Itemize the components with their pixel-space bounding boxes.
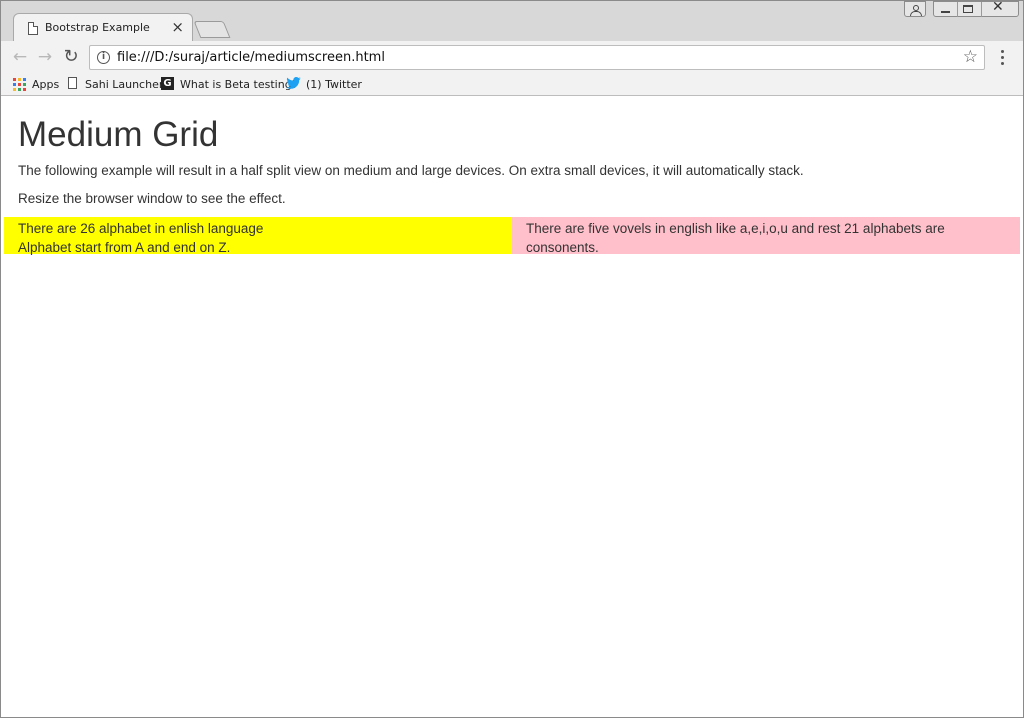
browser-window: Bootstrap Example × ✕ ← → ↻ i file:///D:… — [0, 0, 1024, 718]
minimize-icon[interactable] — [941, 11, 950, 13]
reload-icon[interactable]: ↻ — [61, 47, 81, 67]
twitter-bird-icon — [286, 77, 301, 89]
column-text-line: There are five vovels in english like a,… — [526, 221, 945, 236]
page-title: Medium Grid — [18, 115, 219, 154]
tab-title: Bootstrap Example — [45, 21, 150, 34]
page-icon — [28, 22, 38, 35]
resize-paragraph: Resize the browser window to see the eff… — [18, 191, 286, 206]
maximize-icon[interactable] — [963, 5, 973, 13]
divider — [957, 2, 958, 17]
bookmark-label: Sahi Launcher — [85, 78, 164, 91]
tab-close-icon[interactable]: × — [171, 18, 184, 36]
bookmark-star-icon[interactable]: ☆ — [963, 47, 978, 67]
menu-kebab-icon[interactable] — [996, 46, 1010, 68]
page-icon — [68, 77, 77, 89]
bookmarks-bar: Apps Sahi Launcher G What is Beta testin… — [1, 73, 1023, 96]
bookmark-twitter[interactable]: (1) Twitter — [286, 76, 362, 93]
forward-arrow-icon[interactable]: → — [35, 47, 55, 67]
user-icon-body — [910, 11, 922, 16]
column-text-line: There are 26 alphabet in enlish language — [18, 221, 264, 236]
page-content: Medium Grid The following example will r… — [2, 97, 1023, 717]
bookmark-apps[interactable]: Apps — [13, 76, 59, 93]
tab-bootstrap-example[interactable]: Bootstrap Example × — [13, 13, 193, 42]
intro-paragraph: The following example will result in a h… — [18, 163, 804, 178]
bookmark-label: (1) Twitter — [306, 78, 362, 91]
title-bar: Bootstrap Example × ✕ — [1, 0, 1023, 42]
window-controls: ✕ — [933, 0, 1019, 17]
apps-grid-icon — [13, 78, 26, 91]
profile-button[interactable] — [904, 1, 926, 17]
back-arrow-icon[interactable]: ← — [10, 47, 30, 67]
address-bar[interactable]: i file:///D:/suraj/article/mediumscreen.… — [89, 45, 985, 70]
column-text-line: Alphabet start from A and end on Z. — [18, 240, 231, 255]
close-window-icon[interactable]: ✕ — [992, 0, 1004, 15]
info-icon[interactable]: i — [97, 51, 110, 64]
grid-column-right: There are five vovels in english like a,… — [512, 217, 1020, 255]
g-icon: G — [161, 77, 174, 90]
grid-row: There are 26 alphabet in enlish language… — [4, 217, 1020, 255]
column-text-line: consonents. — [526, 240, 599, 255]
url-text[interactable]: file:///D:/suraj/article/mediumscreen.ht… — [117, 50, 385, 65]
bookmark-label: What is Beta testing? — [180, 78, 298, 91]
bookmark-sahi-launcher[interactable]: Sahi Launcher — [68, 76, 163, 93]
grid-column-left: There are 26 alphabet in enlish language… — [4, 217, 512, 255]
toolbar: ← → ↻ i file:///D:/suraj/article/mediums… — [1, 41, 1023, 73]
bookmark-label: Apps — [32, 78, 60, 91]
new-tab-button[interactable] — [193, 21, 231, 38]
bookmark-beta-testing[interactable]: G What is Beta testing? — [161, 76, 298, 93]
divider — [981, 2, 982, 17]
